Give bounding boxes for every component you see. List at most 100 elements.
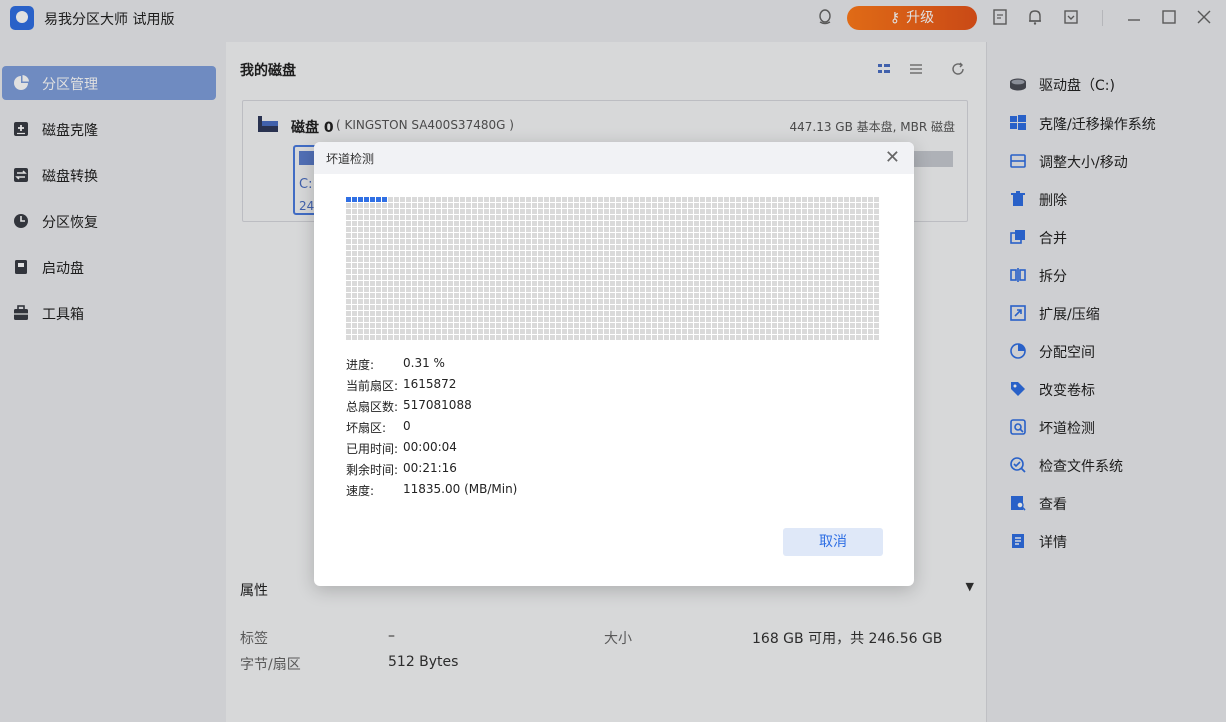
sector-cell: [820, 275, 825, 280]
sector-cell: [844, 281, 849, 286]
sector-cell: [712, 269, 717, 274]
sector-cell: [760, 329, 765, 334]
sector-cell: [472, 197, 477, 202]
sector-cell: [874, 197, 879, 202]
sector-cell: [484, 203, 489, 208]
sector-cell: [670, 221, 675, 226]
sector-cell: [406, 233, 411, 238]
sector-cell: [850, 335, 855, 340]
sector-cell: [658, 281, 663, 286]
sector-cell: [604, 203, 609, 208]
sector-cell: [580, 209, 585, 214]
sector-cell: [454, 221, 459, 226]
sector-cell: [664, 221, 669, 226]
sector-cell: [352, 233, 357, 238]
sector-cell: [376, 239, 381, 244]
sector-cell: [346, 215, 351, 220]
sector-cell: [862, 209, 867, 214]
sector-cell: [460, 323, 465, 328]
sector-cell: [646, 269, 651, 274]
sector-cell: [796, 305, 801, 310]
sector-cell: [874, 323, 879, 328]
sector-cell: [748, 251, 753, 256]
sector-cell: [682, 275, 687, 280]
sector-cell: [592, 323, 597, 328]
sector-cell: [532, 323, 537, 328]
sector-cell: [748, 221, 753, 226]
sector-cell: [694, 329, 699, 334]
sector-cell: [490, 257, 495, 262]
sector-cell: [640, 335, 645, 340]
sector-cell: [652, 281, 657, 286]
sector-cell: [838, 281, 843, 286]
sector-cell: [526, 335, 531, 340]
sector-cell: [622, 245, 627, 250]
sector-cell: [424, 233, 429, 238]
sector-cell: [406, 227, 411, 232]
sector-cell: [484, 221, 489, 226]
sector-cell: [568, 299, 573, 304]
sector-cell: [694, 275, 699, 280]
sector-cell: [616, 317, 621, 322]
sector-cell: [370, 317, 375, 322]
sector-cell: [658, 323, 663, 328]
cancel-button[interactable]: 取消: [783, 528, 883, 556]
sector-cell: [418, 281, 423, 286]
sector-cell: [724, 215, 729, 220]
sector-cell: [850, 251, 855, 256]
sector-cell: [604, 251, 609, 256]
sector-cell: [778, 335, 783, 340]
sector-cell: [574, 275, 579, 280]
sector-cell: [514, 221, 519, 226]
sector-cell: [658, 287, 663, 292]
sector-cell: [730, 197, 735, 202]
sector-cell: [400, 239, 405, 244]
sector-cell: [844, 269, 849, 274]
sector-cell: [658, 197, 663, 202]
sector-cell: [454, 197, 459, 202]
sector-cell: [358, 329, 363, 334]
sector-cell: [544, 245, 549, 250]
sector-cell: [412, 233, 417, 238]
sector-cell: [514, 311, 519, 316]
sector-cell: [508, 221, 513, 226]
sector-cell: [550, 233, 555, 238]
sector-cell: [490, 245, 495, 250]
sector-cell: [586, 269, 591, 274]
sector-cell: [706, 323, 711, 328]
dialog-close-icon[interactable]: ✕: [885, 148, 900, 168]
sector-cell: [412, 197, 417, 202]
sector-cell: [724, 329, 729, 334]
sector-cell: [586, 287, 591, 292]
sector-cell: [598, 299, 603, 304]
sector-cell: [778, 209, 783, 214]
sector-cell: [394, 227, 399, 232]
sector-cell: [790, 215, 795, 220]
sector-cell: [598, 293, 603, 298]
sector-cell: [868, 209, 873, 214]
sector-cell: [742, 203, 747, 208]
sector-cell: [358, 251, 363, 256]
sector-cell: [760, 335, 765, 340]
sector-cell: [448, 329, 453, 334]
sector-cell: [694, 335, 699, 340]
sector-cell: [484, 209, 489, 214]
sector-cell: [562, 251, 567, 256]
sector-cell: [616, 281, 621, 286]
sector-cell: [670, 239, 675, 244]
sector-cell: [544, 293, 549, 298]
sector-cell: [706, 335, 711, 340]
sector-cell: [820, 329, 825, 334]
sector-cell: [844, 251, 849, 256]
sector-cell: [856, 263, 861, 268]
sector-cell: [556, 317, 561, 322]
sector-cell: [676, 299, 681, 304]
sector-cell: [844, 311, 849, 316]
sector-cell: [418, 257, 423, 262]
sector-cell: [640, 329, 645, 334]
sector-cell: [358, 203, 363, 208]
sector-cell: [592, 257, 597, 262]
sector-cell: [574, 293, 579, 298]
sector-cell: [484, 329, 489, 334]
sector-cell: [748, 329, 753, 334]
